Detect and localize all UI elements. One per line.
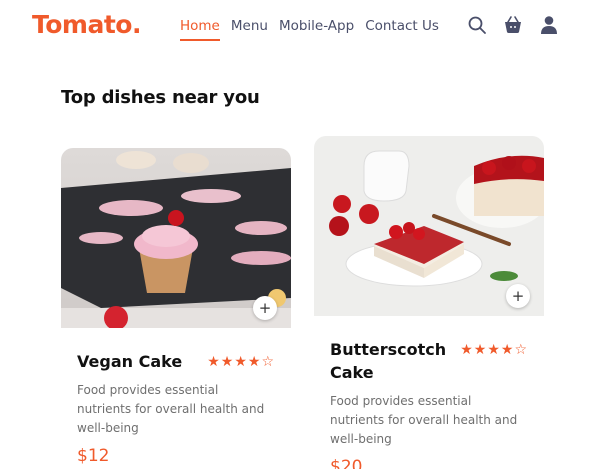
section-title: Top dishes near you <box>61 87 260 108</box>
dish-name-row: Butterscotch Cake ★★★★☆ <box>330 338 528 384</box>
add-to-cart-button[interactable]: + <box>253 296 277 320</box>
dish-image: + <box>61 148 291 328</box>
nav-contact-us[interactable]: Contact Us <box>365 18 439 41</box>
header-icons <box>466 14 560 36</box>
dish-description: Food provides essential nutrients for ov… <box>77 383 265 435</box>
profile-icon[interactable] <box>538 14 560 36</box>
nav-home[interactable]: Home <box>180 18 220 41</box>
nav-menu[interactable]: Menu <box>231 18 268 41</box>
nav-mobile-app[interactable]: Mobile-App <box>279 18 354 41</box>
dish-info: Butterscotch Cake ★★★★☆ Food provides es… <box>314 338 544 469</box>
main-nav: Home Menu Mobile-App Contact Us <box>180 18 439 41</box>
add-to-cart-button[interactable]: + <box>506 284 530 308</box>
search-icon[interactable] <box>466 14 488 36</box>
dish-name: Butterscotch Cake <box>330 340 447 382</box>
dish-name: Vegan Cake <box>77 352 183 371</box>
dish-info: Vegan Cake ★★★★☆ Food provides essential… <box>61 350 291 466</box>
brand-logo[interactable]: Tomato. <box>32 10 141 39</box>
dish-image: + <box>314 136 544 316</box>
rating-stars-icon: ★★★★☆ <box>207 353 275 370</box>
dish-price: $20 <box>330 457 363 469</box>
dish-description: Food provides essential nutrients for ov… <box>330 394 518 446</box>
dish-card[interactable]: + Vegan Cake ★★★★☆ Food provides essenti… <box>61 148 291 466</box>
basket-icon[interactable] <box>502 14 524 36</box>
dish-card[interactable]: + Butterscotch Cake ★★★★☆ Food provides … <box>314 136 544 469</box>
rating-stars-icon: ★★★★☆ <box>460 342 528 358</box>
dish-price: $12 <box>77 446 110 466</box>
dish-name-row: Vegan Cake ★★★★☆ <box>77 350 275 373</box>
